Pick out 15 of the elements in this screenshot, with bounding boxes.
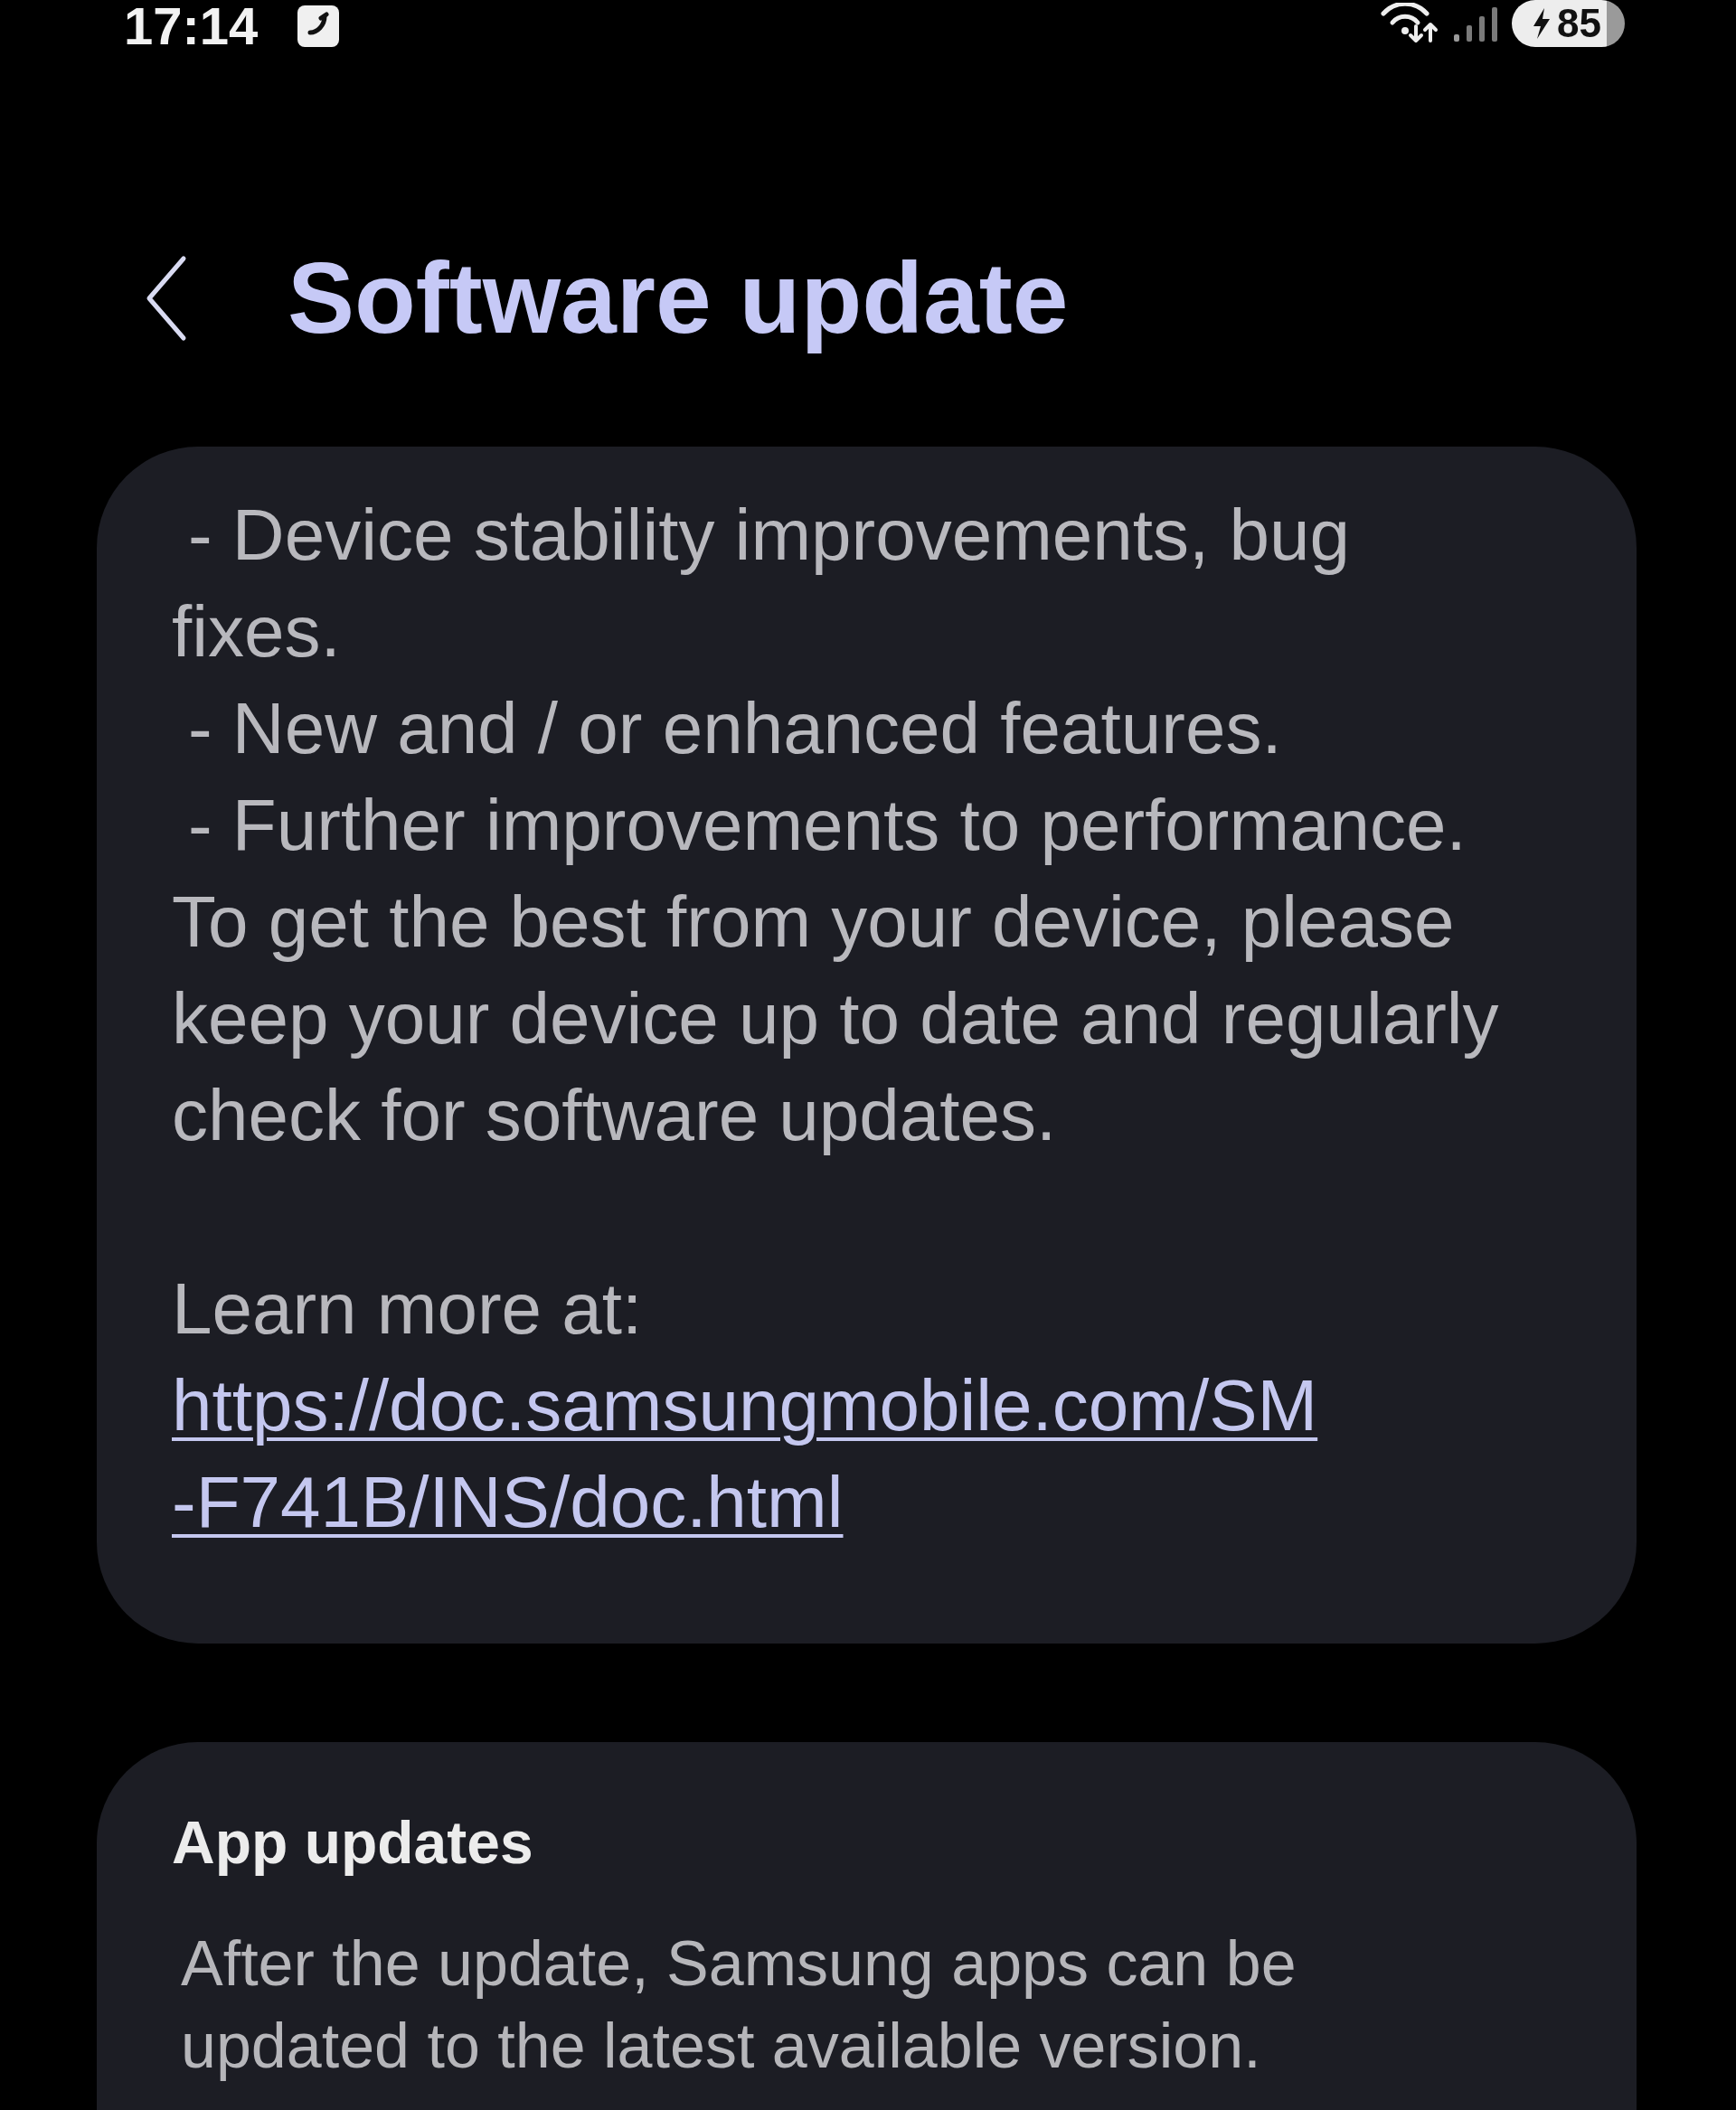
release-note-paragraph: To get the best from your device, please keep your device up to date and regularly check for software updates. bbox=[172, 881, 1500, 1157]
battery-percent: 85 bbox=[1557, 0, 1601, 47]
release-note-item: - New and / or enhanced features. bbox=[187, 687, 1283, 770]
release-note-item: - Device stability improvements, bug fixes. bbox=[172, 494, 1351, 674]
documentation-link[interactable]: https://doc.samsungmobile.com/SM-F741B/INS/doc.html bbox=[172, 1357, 1329, 1550]
learn-more-label: Learn more at: bbox=[172, 1267, 644, 1351]
signal-icon bbox=[1452, 5, 1500, 42]
section-description: After the update, Samsung apps can be updated to the latest available version. bbox=[181, 1927, 1297, 2083]
release-note-item: - Further improvements to performance. bbox=[187, 784, 1467, 867]
status-time: 17:14 bbox=[124, 0, 259, 52]
wifi-icon bbox=[1380, 3, 1440, 44]
app-notification-icon bbox=[297, 5, 340, 47]
page-title: Software update bbox=[288, 241, 1069, 356]
section-title: App updates bbox=[172, 1808, 534, 1878]
lightning-bolt-icon bbox=[1532, 8, 1552, 39]
